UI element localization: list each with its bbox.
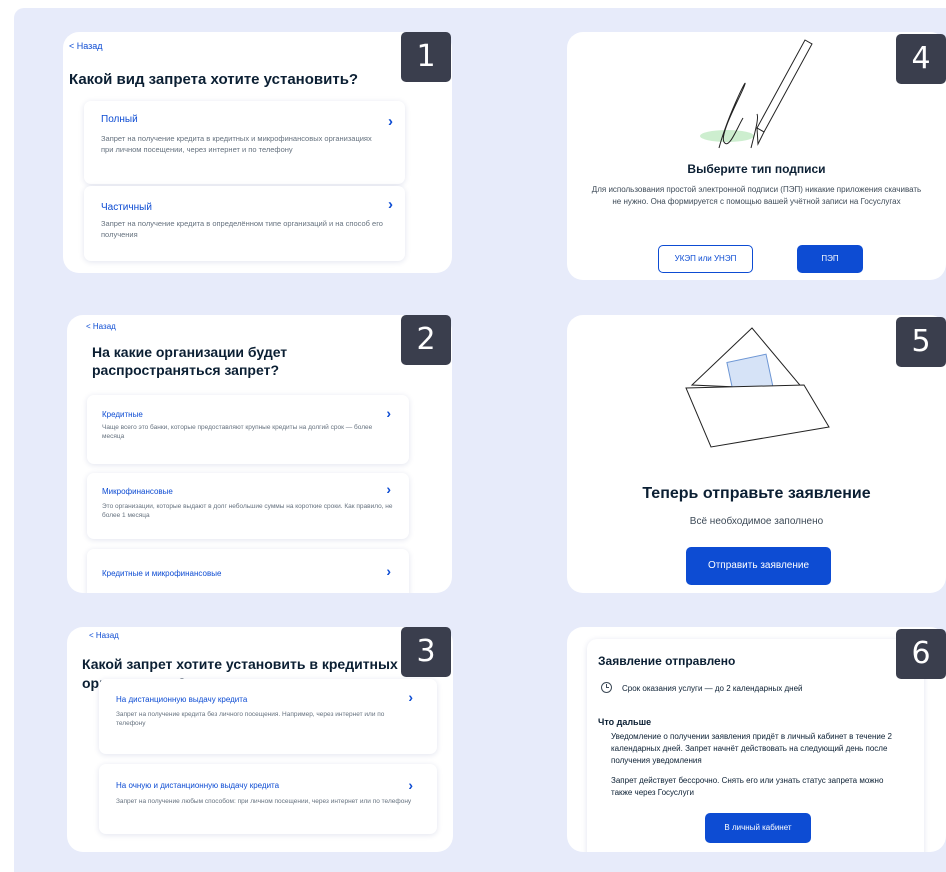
panel-organizations: < Назад На какие организации будет распр… — [67, 315, 452, 593]
option-card-remote[interactable]: На дистанционную выдачу кредита Запрет н… — [99, 679, 437, 754]
option-title: Кредитные — [102, 410, 143, 419]
next-steps-title: Что дальше — [598, 717, 652, 727]
step-badge: 3 — [401, 627, 451, 677]
option-description: Запрет на получение кредита в определённ… — [101, 219, 383, 239]
option-description: Запрет на получение кредита без личного … — [116, 711, 385, 728]
chevron-right-icon: › — [386, 405, 391, 421]
option-title: Микрофинансовые — [102, 487, 173, 496]
step-badge: 2 — [401, 315, 451, 365]
next-steps-paragraph: Запрет действует бессрочно. Снять его ил… — [611, 776, 884, 797]
option-description: Запрет на получение любым способом: при … — [116, 798, 412, 805]
submit-subtitle: Всё необходимое заполнено — [689, 516, 824, 527]
page-title: Какой вид запрета хотите установить? — [69, 71, 359, 88]
panel-application-sent: Заявление отправлено Срок оказания услуг… — [567, 627, 946, 852]
signature-pen-illustration — [700, 39, 813, 149]
option-title: На очную и дистанционную выдачу кредита — [116, 781, 280, 790]
chevron-right-icon: › — [408, 689, 413, 705]
chevron-right-icon: › — [388, 113, 393, 130]
panel-signature: Выберите тип подписи Для использования п… — [567, 32, 946, 280]
option-title: Полный — [101, 114, 138, 125]
back-link[interactable]: < Назад — [86, 322, 116, 331]
option-card-credit[interactable]: Кредитные Чаще всего это банки, которые … — [87, 395, 409, 464]
chevron-right-icon: › — [386, 563, 391, 579]
submit-application-button[interactable]: Отправить заявление — [686, 547, 831, 585]
option-card-microfinance[interactable]: Микрофинансовые Это организации, которые… — [87, 473, 409, 539]
option-title: Частичный — [101, 202, 152, 213]
pep-button[interactable]: ПЭП — [797, 245, 863, 273]
signature-title: Выберите тип подписи — [687, 162, 826, 176]
panel-credit-ban-type: < Назад Какой запрет хотите установить в… — [67, 627, 453, 852]
submit-title: Теперь отправьте заявление — [642, 485, 871, 502]
personal-account-button[interactable]: В личный кабинет — [705, 813, 811, 843]
option-title: Кредитные и микрофинансовые — [102, 569, 222, 578]
chevron-right-icon: › — [408, 777, 413, 793]
back-link[interactable]: < Назад — [69, 41, 103, 51]
panel-ban-type: < Назад Какой вид запрета хотите установ… — [63, 32, 452, 273]
option-description: Это организации, которые выдают в долг н… — [102, 503, 393, 520]
step-badge: 6 — [896, 629, 946, 679]
step-badge: 5 — [896, 317, 946, 367]
option-description: Запрет на получение кредита в кредитных … — [101, 134, 372, 154]
sent-title: Заявление отправлено — [598, 654, 736, 668]
option-card-full[interactable]: Полный Запрет на получение кредита в кре… — [84, 101, 405, 184]
chevron-right-icon: › — [388, 196, 393, 213]
option-description: Чаще всего это банки, которые предоставл… — [102, 424, 373, 441]
envelope-illustration — [685, 327, 830, 448]
option-card-both[interactable]: Кредитные и микрофинансовые › — [87, 549, 409, 593]
step-badge: 1 — [401, 32, 451, 82]
service-deadline: Срок оказания услуги — до 2 календарных … — [622, 684, 803, 693]
ukep-button[interactable]: УКЭП или УНЭП — [658, 245, 753, 273]
signature-description: Для использования простой электронной по… — [591, 185, 922, 206]
next-steps-paragraph: Уведомление о получении заявления придёт… — [611, 732, 892, 765]
option-card-inperson-remote[interactable]: На очную и дистанционную выдачу кредита … — [99, 764, 437, 834]
option-title: На дистанционную выдачу кредита — [116, 695, 248, 704]
chevron-right-icon: › — [386, 481, 391, 497]
page-title: На какие организации будет распространят… — [92, 344, 288, 378]
clock-icon — [601, 682, 612, 693]
panel-submit: Теперь отправьте заявление Всё необходим… — [567, 315, 946, 593]
step-badge: 4 — [896, 34, 946, 84]
option-card-partial[interactable]: Частичный Запрет на получение кредита в … — [84, 186, 405, 261]
back-link[interactable]: < Назад — [89, 631, 119, 640]
